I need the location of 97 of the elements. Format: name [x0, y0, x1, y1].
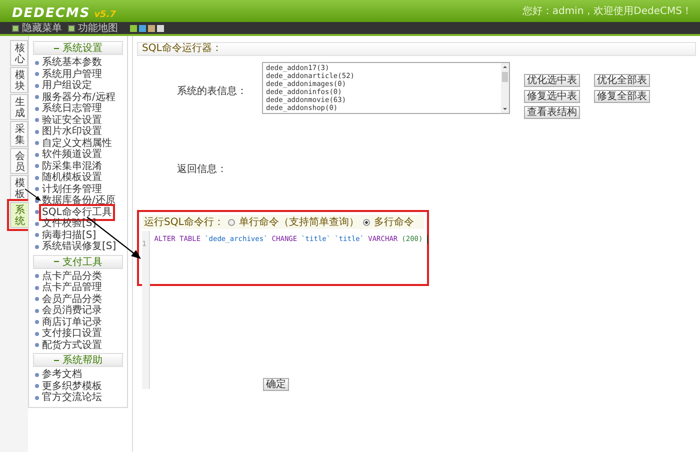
side-tab[interactable]: 核心 — [10, 40, 28, 66]
version-label: v5.7 — [94, 10, 116, 20]
bullet-icon — [35, 176, 39, 180]
bullet-icon — [35, 244, 39, 249]
menu-item[interactable]: 参考文档 — [42, 369, 82, 380]
menu-item[interactable]: 用户组设定 — [42, 80, 92, 92]
bullet-icon — [35, 372, 39, 377]
bullet-icon — [35, 286, 39, 290]
minus-icon — [54, 260, 58, 263]
bullet-icon — [35, 274, 39, 278]
menu-item[interactable]: 更多织梦模板 — [42, 380, 102, 392]
skin-swatch[interactable] — [130, 24, 137, 32]
menu-item[interactable]: 计划任务管理 — [42, 184, 102, 195]
minus-icon — [54, 358, 58, 362]
menu-item[interactable]: 服务器分布/远程 — [42, 92, 116, 103]
table-action-button[interactable]: 修复选中表 — [524, 90, 580, 103]
bullet-icon — [35, 164, 39, 168]
menu-item[interactable]: 系统基本参数 — [42, 57, 102, 68]
submit-button[interactable]: 确定 — [263, 378, 289, 391]
menu-item[interactable]: 商店订单记录 — [42, 316, 102, 328]
bullet-icon — [35, 95, 39, 100]
menu-item[interactable]: SQL命令行工具 — [42, 206, 112, 218]
menu-group-title: 系统帮助 — [62, 354, 102, 367]
menu-group-header[interactable]: 支付工具 — [33, 254, 123, 268]
menu-group-title: 支付工具 — [62, 256, 102, 268]
radio-label[interactable]: 单行命令（支持简单查询） — [238, 215, 359, 229]
bullet-icon — [35, 130, 39, 134]
skin-swatch[interactable] — [148, 24, 155, 32]
scrollbar-icon[interactable] — [501, 63, 509, 113]
menu-group-header[interactable]: 系统帮助 — [33, 353, 123, 367]
side-tab[interactable]: 模板 — [10, 175, 28, 201]
side-tab[interactable]: 采集 — [10, 121, 28, 147]
side-tab[interactable]: 会员 — [10, 148, 28, 174]
table-action-button[interactable]: 优化选中表 — [524, 74, 580, 87]
bullet-icon — [35, 198, 39, 203]
menu-item[interactable]: 验证安全设置 — [42, 114, 102, 126]
radio-button[interactable] — [228, 218, 235, 226]
menu-item[interactable]: 会员消费记录 — [42, 305, 102, 316]
menu-item[interactable]: 软件频道设置 — [42, 149, 102, 160]
menu-item[interactable]: 官方交流论坛 — [42, 392, 102, 404]
bullet-icon — [35, 308, 39, 313]
bullet-icon — [35, 187, 39, 192]
side-tab[interactable]: 模块 — [10, 67, 28, 93]
bullet-icon — [35, 222, 39, 226]
menu-group-title: 系统设置 — [62, 42, 102, 55]
menu-item[interactable]: 系统用户管理 — [42, 68, 102, 80]
side-tab[interactable]: 系统 — [10, 202, 28, 228]
menu-item[interactable]: 数据库备份/还原 — [42, 195, 116, 206]
table-action-button[interactable]: 查看表结构 — [524, 106, 580, 119]
menu-item[interactable]: 点卡产品分类 — [42, 270, 102, 282]
skin-swatch[interactable] — [139, 24, 146, 32]
bullet-icon — [35, 332, 39, 336]
bullet-icon — [35, 210, 39, 214]
menu-item[interactable]: 自定义文档属性 — [42, 138, 112, 149]
bullet-icon — [35, 396, 39, 400]
menu-item[interactable]: 点卡产品管理 — [42, 282, 102, 294]
skin-swatch[interactable] — [157, 24, 164, 32]
panel-title: SQL命令运行器： — [137, 42, 696, 56]
table-action-button[interactable]: 修复全部表 — [594, 90, 650, 103]
toolbar-link[interactable]: 隐藏菜单 — [12, 21, 62, 35]
toolbar-link[interactable]: 功能地图 — [68, 21, 118, 35]
bullet-icon — [35, 60, 39, 65]
greeting-text: 您好：admin，欢迎使用DedeCMS！ — [522, 4, 692, 18]
bullet-icon — [35, 72, 39, 76]
menu-item[interactable]: 系统错误修复[S] — [42, 241, 116, 252]
annotation-arrow — [24, 188, 42, 202]
menu-item[interactable]: 随机模板设置 — [42, 172, 102, 184]
table-action-button[interactable]: 优化全部表 — [594, 74, 650, 87]
text-cursor — [426, 235, 428, 244]
side-tab[interactable]: 生成 — [10, 94, 28, 120]
menu-item[interactable]: 病毒扫描[S] — [42, 230, 96, 241]
bullet-icon — [35, 84, 39, 88]
menu-item[interactable]: 支付接口设置 — [42, 328, 102, 340]
menu-item[interactable]: 系统日志管理 — [42, 103, 102, 114]
menu-item[interactable]: 防采集串混淆 — [42, 160, 102, 172]
bullet-icon — [35, 297, 39, 302]
square-icon — [12, 24, 19, 32]
minus-icon — [54, 46, 58, 50]
radio-button[interactable] — [362, 218, 370, 226]
bullet-icon — [35, 384, 39, 388]
menu-item[interactable]: 会员产品分类 — [42, 294, 102, 305]
menu-group-header[interactable]: 系统设置 — [33, 41, 123, 55]
menu-item[interactable]: 配货方式设置 — [42, 340, 102, 351]
radio-label[interactable]: 多行命令 — [374, 215, 414, 229]
bullet-icon — [35, 106, 39, 111]
bullet-icon — [35, 118, 39, 122]
bullet-icon — [35, 152, 39, 157]
bullet-icon — [35, 141, 39, 146]
bullet-icon — [35, 233, 39, 238]
bullet-icon — [35, 343, 39, 348]
tables-label: 系统的表信息： — [176, 84, 248, 98]
result-label: 返回信息： — [176, 162, 228, 177]
square-icon — [68, 24, 75, 32]
bullet-icon — [35, 320, 39, 324]
logo: DEDECMS — [12, 6, 90, 20]
command-label: 运行SQL命令行： — [144, 216, 224, 229]
menu-item[interactable]: 图片水印设置 — [42, 126, 102, 138]
